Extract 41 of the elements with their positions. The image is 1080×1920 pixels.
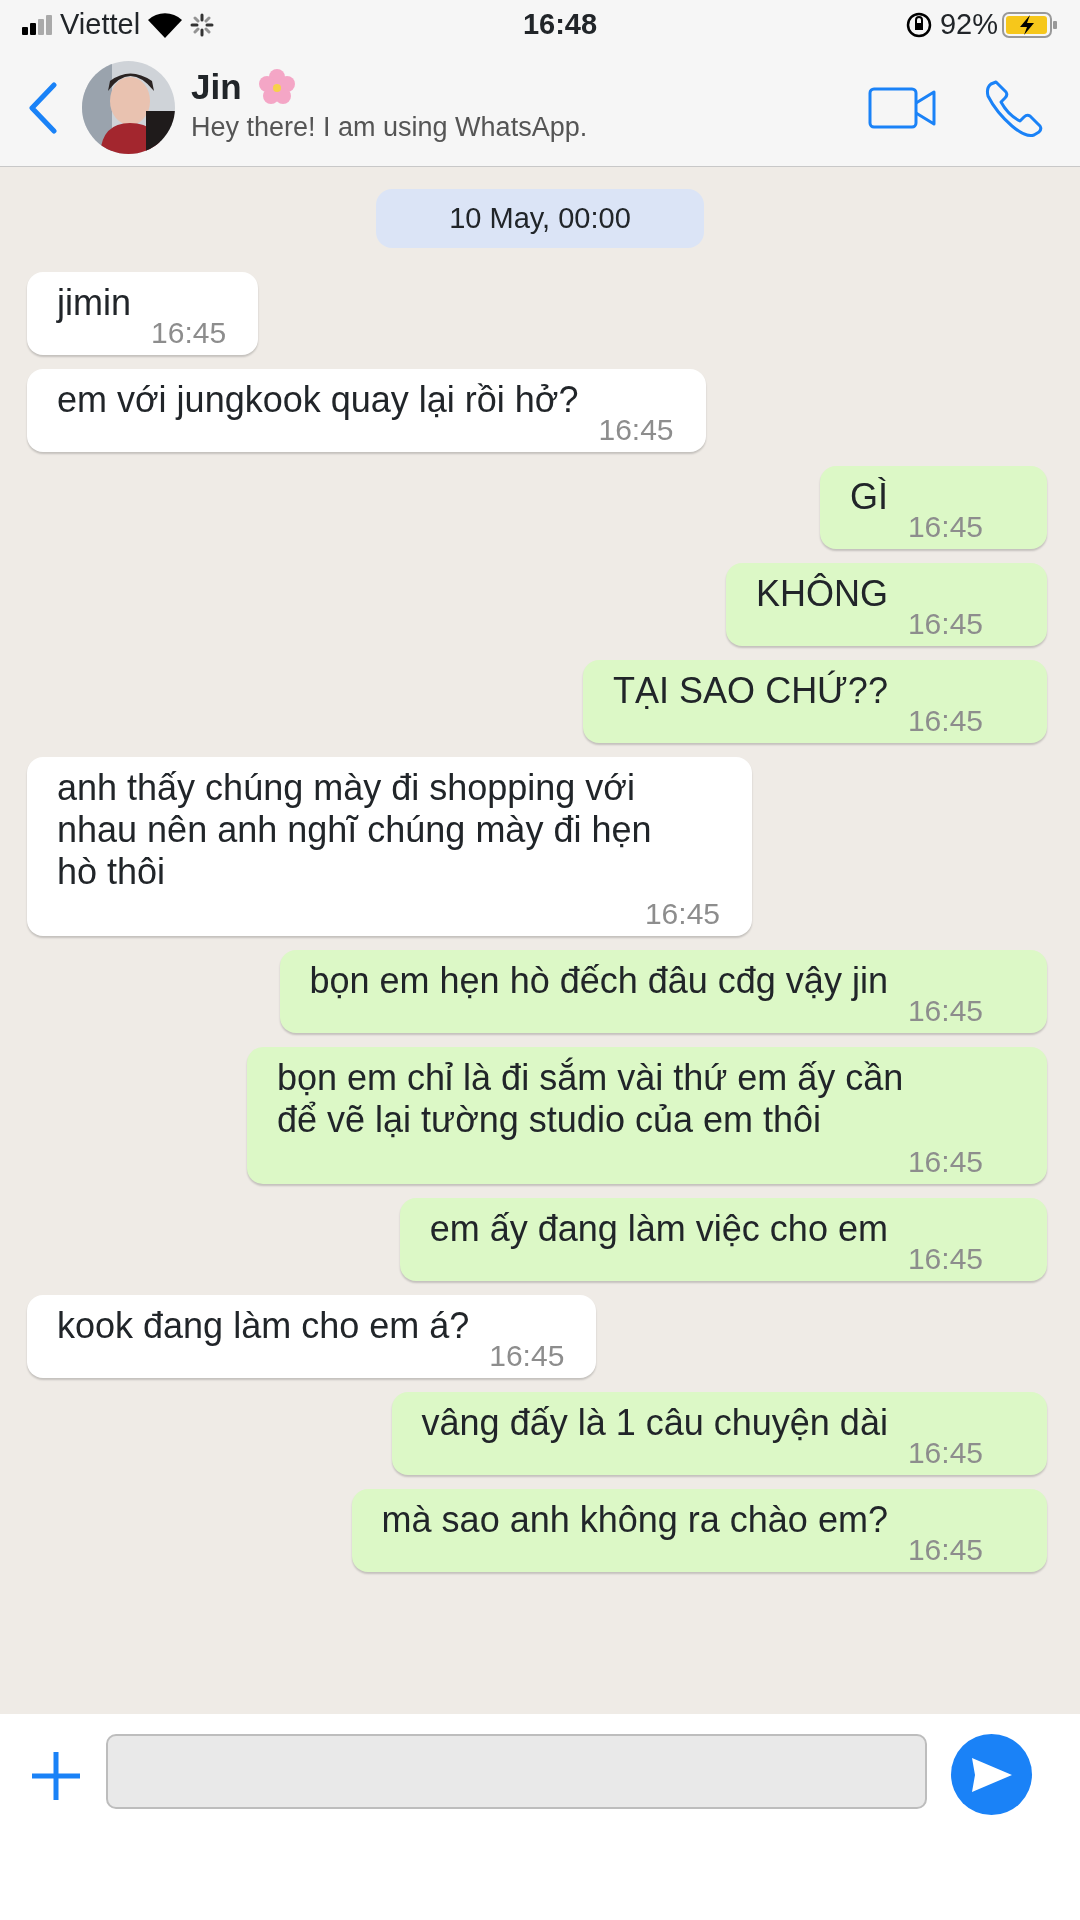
message-time: 16:45 <box>150 318 227 348</box>
message-time: 16:45 <box>906 996 983 1026</box>
video-call-icon[interactable] <box>868 86 936 129</box>
date-divider: 10 May, 00:00 <box>376 189 704 248</box>
contact-name: Jin <box>191 68 242 107</box>
message-time: 16:45 <box>906 1535 983 1565</box>
battery-charging-icon <box>1002 11 1058 38</box>
send-icon <box>969 1755 1014 1794</box>
message-time: 16:45 <box>643 899 720 929</box>
message-time: 16:45 <box>906 706 983 736</box>
contact-status: Hey there! I am using WhatsApp. <box>191 110 589 144</box>
clock: 16:48 <box>522 7 598 40</box>
message-time: 16:45 <box>906 609 983 639</box>
message-time: 16:45 <box>906 1438 983 1468</box>
message-input[interactable] <box>106 1734 927 1809</box>
message-text: em với jungkook quay lại rồi hở? <box>57 379 579 421</box>
message-text: GÌ <box>849 476 888 518</box>
message-time: 16:45 <box>906 512 983 542</box>
message-text: bọn em hẹn hò đếch đâu cđg vậy jin <box>309 960 888 1002</box>
message-text: em ấy đang làm việc cho em <box>429 1208 888 1250</box>
flower-icon <box>257 68 296 107</box>
message-time: 16:45 <box>906 1147 983 1177</box>
message-time: 16:45 <box>906 1244 983 1274</box>
loading-icon <box>190 12 215 37</box>
signal-icon <box>22 14 52 35</box>
message-text: kook đang làm cho em á? <box>57 1305 470 1347</box>
rotation-lock-icon <box>905 11 932 38</box>
message-text: KHÔNG <box>755 573 888 615</box>
message-text: jimin <box>57 282 131 324</box>
battery-percent: 92% <box>939 6 998 42</box>
message-time: 16:45 <box>488 1341 565 1371</box>
wifi-icon <box>148 11 183 38</box>
back-icon[interactable] <box>28 81 58 134</box>
message-text: anh thấy chúng mày đi shopping với nhau nên anh nghĩ chúng mày đi hẹn hò thôi <box>57 767 653 893</box>
message-time: 16:45 <box>597 415 674 445</box>
message-text: mà sao anh không ra chào em? <box>381 1499 888 1541</box>
message-text: vâng đấy là 1 câu chuyện dài <box>421 1402 888 1444</box>
plus-icon[interactable] <box>30 1750 82 1802</box>
message-text: TẠI SAO CHỨ?? <box>613 670 888 712</box>
carrier-name: Viettel <box>60 6 141 42</box>
message-text: bọn em chỉ là đi sắm vài thứ em ấy cần để vẽ lại tường studio của em thôi <box>277 1057 905 1141</box>
